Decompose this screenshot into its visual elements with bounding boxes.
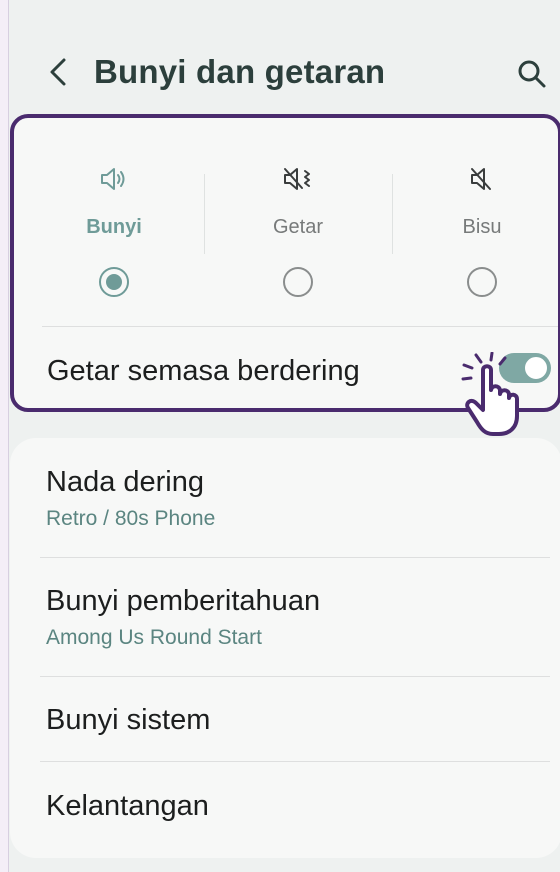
mode-option-bisu[interactable]: Bisu	[390, 136, 560, 306]
mode-label: Bunyi	[86, 216, 142, 238]
vibrate-icon	[284, 168, 310, 190]
page-title: Bunyi dan getaran	[94, 53, 386, 90]
tap-hand-cursor-icon	[461, 352, 519, 436]
radio-button-selected[interactable]	[99, 267, 129, 297]
divider	[40, 761, 550, 762]
divider	[40, 676, 550, 677]
setting-notification-sound[interactable]: Bunyi pemberitahuan Among Us Round Start	[46, 585, 320, 650]
setting-title: Nada dering	[46, 466, 204, 498]
app-header: Bunyi dan getaran	[10, 0, 560, 116]
setting-value: Among Us Round Start	[46, 626, 262, 649]
mode-label: Getar	[272, 216, 324, 238]
vibrate-while-ringing-label: Getar semasa berdering	[47, 355, 360, 387]
radio-button[interactable]	[283, 267, 313, 297]
setting-title: Bunyi sistem	[46, 704, 211, 736]
setting-ringtone[interactable]: Nada dering Retro / 80s Phone	[46, 466, 215, 531]
speaker-icon	[101, 168, 125, 190]
mode-label: Bisu	[462, 216, 502, 238]
divider	[204, 174, 205, 254]
divider	[40, 557, 550, 558]
radio-button[interactable]	[467, 267, 497, 297]
sound-settings-list: Nada dering Retro / 80s Phone Bunyi pemb…	[10, 438, 560, 858]
setting-system-sound[interactable]: Bunyi sistem	[46, 704, 210, 737]
divider	[42, 326, 558, 327]
sound-mode-selector: Bunyi Getar Bisu	[14, 136, 560, 306]
search-icon[interactable]	[514, 56, 550, 92]
back-chevron-icon[interactable]	[42, 54, 78, 90]
setting-title: Bunyi pemberitahuan	[46, 585, 321, 617]
mode-option-bunyi[interactable]: Bunyi	[22, 136, 206, 306]
setting-value: Retro / 80s Phone	[46, 507, 216, 530]
mute-icon	[471, 168, 491, 190]
setting-volume[interactable]: Kelantangan	[46, 790, 209, 823]
window-edge	[0, 0, 9, 872]
mode-option-getar[interactable]: Getar	[206, 136, 390, 306]
setting-title: Kelantangan	[46, 790, 209, 822]
